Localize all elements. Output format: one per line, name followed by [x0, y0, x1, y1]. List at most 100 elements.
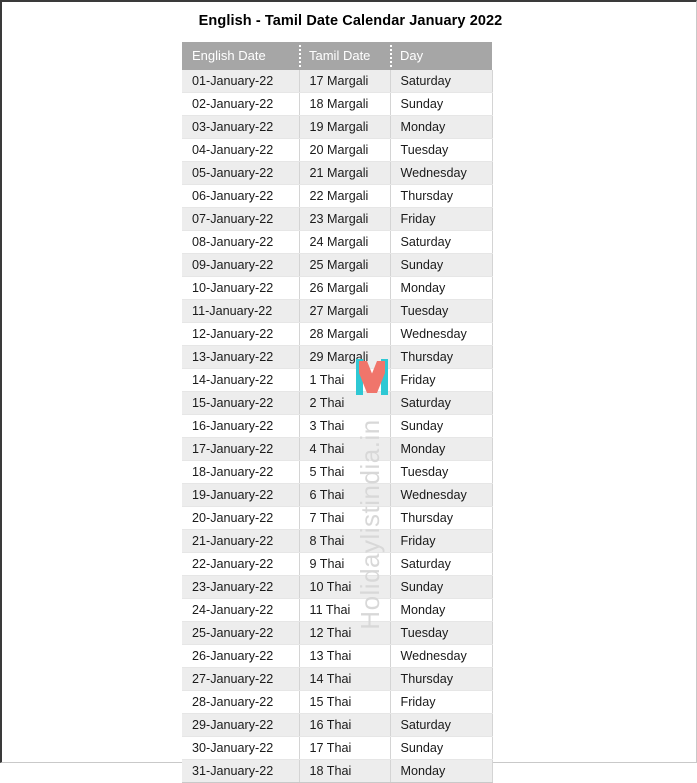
cell-day: Saturday: [390, 70, 493, 93]
table-body: 01-January-22 17 Margali Saturday 02-Januar…: [182, 70, 493, 783]
cell-day: Friday: [390, 207, 493, 231]
cell-day: Wednesday: [390, 483, 493, 507]
table-row: 12-January-22 28 Margali Wednesday: [182, 322, 493, 346]
table-row: 21-January-22 8 Thai Friday: [182, 529, 493, 553]
table-row: 09-January-22 25 Margali Sunday: [182, 253, 493, 277]
table-row: 25-January-22 12 Thai Tuesday: [182, 621, 493, 645]
table-row: 13-January-22 29 Margali Thursday: [182, 345, 493, 369]
cell-tamil-date: 4 Thai: [299, 437, 391, 461]
cell-day: Tuesday: [390, 460, 493, 484]
cell-day: Thursday: [390, 506, 493, 530]
cell-english-date: 01-January-22: [182, 70, 300, 93]
cell-tamil-date: 1 Thai: [299, 368, 391, 392]
cell-tamil-date: 11 Thai: [299, 598, 391, 622]
cell-english-date: 02-January-22: [182, 92, 300, 116]
cell-tamil-date: 13 Thai: [299, 644, 391, 668]
cell-english-date: 16-January-22: [182, 414, 300, 438]
cell-tamil-date: 21 Margali: [299, 161, 391, 185]
table-row: 16-January-22 3 Thai Sunday: [182, 414, 493, 438]
table-row: 05-January-22 21 Margali Wednesday: [182, 161, 493, 185]
table-row: 02-January-22 18 Margali Sunday: [182, 92, 493, 116]
cell-tamil-date: 10 Thai: [299, 575, 391, 599]
cell-tamil-date: 26 Margali: [299, 276, 391, 300]
table-row: 10-January-22 26 Margali Monday: [182, 276, 493, 300]
column-header-day: Day: [390, 42, 492, 70]
cell-day: Friday: [390, 368, 493, 392]
cell-day: Friday: [390, 529, 493, 553]
table-row: 17-January-22 4 Thai Monday: [182, 437, 493, 461]
cell-tamil-date: 25 Margali: [299, 253, 391, 277]
table-row: 03-January-22 19 Margali Monday: [182, 115, 493, 139]
cell-tamil-date: 19 Margali: [299, 115, 391, 139]
cell-english-date: 17-January-22: [182, 437, 300, 461]
cell-tamil-date: 24 Margali: [299, 230, 391, 254]
cell-english-date: 08-January-22: [182, 230, 300, 254]
cell-day: Thursday: [390, 345, 493, 369]
tamil-calendar-table: English Date Tamil Date Day 01-January-2…: [182, 42, 493, 783]
cell-english-date: 15-January-22: [182, 391, 300, 415]
cell-day: Friday: [390, 690, 493, 714]
table-row: 04-January-22 20 Margali Tuesday: [182, 138, 493, 162]
cell-day: Monday: [390, 598, 493, 622]
cell-english-date: 10-January-22: [182, 276, 300, 300]
table-row: 22-January-22 9 Thai Saturday: [182, 552, 493, 576]
cell-day: Sunday: [390, 575, 493, 599]
table-row: 19-January-22 6 Thai Wednesday: [182, 483, 493, 507]
table-header-row: English Date Tamil Date Day: [182, 42, 492, 70]
cell-english-date: 22-January-22: [182, 552, 300, 576]
table-row: 30-January-22 17 Thai Sunday: [182, 736, 493, 760]
cell-day: Thursday: [390, 184, 493, 208]
cell-tamil-date: 9 Thai: [299, 552, 391, 576]
table-header: English Date Tamil Date Day: [182, 42, 492, 70]
cell-day: Saturday: [390, 552, 493, 576]
cell-english-date: 12-January-22: [182, 322, 300, 346]
cell-day: Saturday: [390, 713, 493, 737]
cell-day: Monday: [390, 115, 493, 139]
document-page: English - Tamil Date Calendar January 20…: [0, 0, 697, 783]
table-row: 14-January-22 1 Thai Friday: [182, 368, 493, 392]
cell-tamil-date: 29 Margali: [299, 345, 391, 369]
cell-english-date: 28-January-22: [182, 690, 300, 714]
cell-tamil-date: 17 Thai: [299, 736, 391, 760]
cell-day: Sunday: [390, 414, 493, 438]
cell-english-date: 11-January-22: [182, 299, 300, 323]
cell-tamil-date: 12 Thai: [299, 621, 391, 645]
table-row: 08-January-22 24 Margali Saturday: [182, 230, 493, 254]
page-title: English - Tamil Date Calendar January 20…: [198, 13, 503, 29]
cell-tamil-date: 20 Margali: [299, 138, 391, 162]
cell-english-date: 18-January-22: [182, 460, 300, 484]
cell-english-date: 21-January-22: [182, 529, 300, 553]
cell-tamil-date: 5 Thai: [299, 460, 391, 484]
cell-english-date: 14-January-22: [182, 368, 300, 392]
cell-day: Thursday: [390, 667, 493, 691]
table-row: 11-January-22 27 Margali Tuesday: [182, 299, 493, 323]
cell-english-date: 30-January-22: [182, 736, 300, 760]
table-row: 06-January-22 22 Margali Thursday: [182, 184, 493, 208]
cell-english-date: 29-January-22: [182, 713, 300, 737]
cell-tamil-date: 8 Thai: [299, 529, 391, 553]
table-row: 24-January-22 11 Thai Monday: [182, 598, 493, 622]
cell-english-date: 26-January-22: [182, 644, 300, 668]
cell-tamil-date: 22 Margali: [299, 184, 391, 208]
cell-day: Monday: [390, 276, 493, 300]
cell-tamil-date: 18 Margali: [299, 92, 391, 116]
cell-english-date: 23-January-22: [182, 575, 300, 599]
cell-tamil-date: 6 Thai: [299, 483, 391, 507]
cell-english-date: 03-January-22: [182, 115, 300, 139]
cell-english-date: 09-January-22: [182, 253, 300, 277]
cell-day: Tuesday: [390, 299, 493, 323]
cell-tamil-date: 15 Thai: [299, 690, 391, 714]
cell-day: Tuesday: [390, 621, 493, 645]
table-row: 07-January-22 23 Margali Friday: [182, 207, 493, 231]
cell-tamil-date: 17 Margali: [299, 70, 391, 93]
cell-english-date: 04-January-22: [182, 138, 300, 162]
cell-english-date: 27-January-22: [182, 667, 300, 691]
cell-tamil-date: 3 Thai: [299, 414, 391, 438]
table-row: 27-January-22 14 Thai Thursday: [182, 667, 493, 691]
cell-day: Wednesday: [390, 322, 493, 346]
cell-day: Monday: [390, 437, 493, 461]
cell-day: Sunday: [390, 736, 493, 760]
cell-day: Tuesday: [390, 138, 493, 162]
cell-day: Saturday: [390, 230, 493, 254]
cell-tamil-date: 16 Thai: [299, 713, 391, 737]
